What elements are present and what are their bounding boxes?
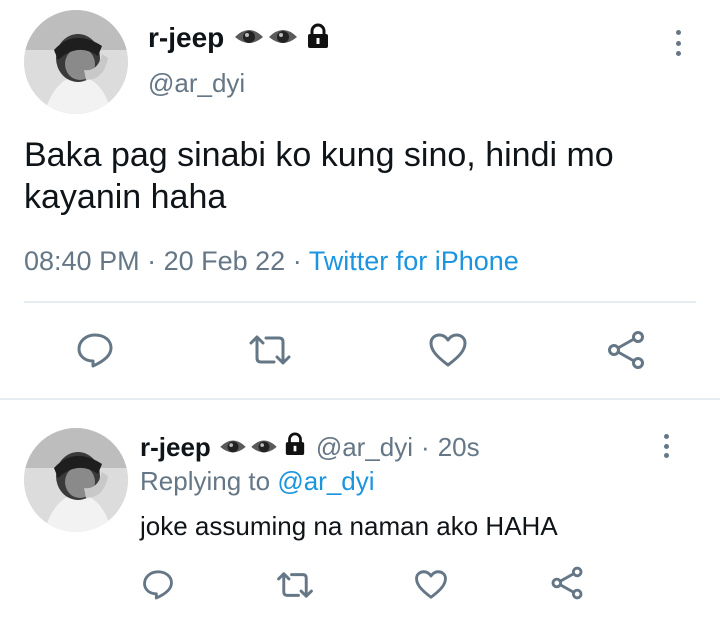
reply-button[interactable] <box>76 332 114 368</box>
share-button[interactable] <box>606 330 646 370</box>
reply-text: joke assuming na naman ako HAHA <box>140 511 558 541</box>
eye-icon <box>268 25 298 52</box>
divider <box>24 301 696 303</box>
tweet-source-link[interactable]: Twitter for iPhone <box>309 246 519 276</box>
meta-separator: · <box>147 246 157 276</box>
meta-separator: · <box>292 246 302 276</box>
meta-separator: · <box>421 431 430 462</box>
tweet-text: Baka pag sinabi ko kung sino, hindi mo k… <box>24 134 614 218</box>
display-name[interactable]: r-jeep <box>148 22 224 54</box>
eye-icon <box>219 432 247 463</box>
eye-icon <box>234 25 264 52</box>
replying-to: Replying to @ar_dyi <box>140 466 375 497</box>
share-icon <box>551 566 583 600</box>
replying-prefix: Replying to <box>140 466 271 496</box>
reply-author-row: r-jeep @ar_dyi · 20s <box>140 430 480 464</box>
tweet-date: 20 Feb 22 <box>163 246 286 276</box>
lock-icon <box>284 432 306 463</box>
lock-icon <box>306 23 330 54</box>
section-divider <box>0 398 720 400</box>
author-row: r-jeep <box>148 20 330 56</box>
more-icon[interactable] <box>674 30 682 56</box>
reply-icon <box>77 333 113 368</box>
retweet-button[interactable] <box>276 571 314 599</box>
avatar[interactable] <box>24 10 128 114</box>
share-icon <box>608 331 644 369</box>
like-button[interactable] <box>428 332 468 368</box>
handle[interactable]: @ar_dyi <box>148 68 245 99</box>
tweet-text-line: Baka pag sinabi ko kung sino, hindi mo <box>24 136 614 174</box>
tweet-text-line: kayanin haha <box>24 178 227 216</box>
more-icon[interactable] <box>662 434 670 458</box>
reply-avatar[interactable] <box>24 428 128 532</box>
tweet-time: 08:40 PM <box>24 246 140 276</box>
replying-handle-link[interactable]: @ar_dyi <box>277 466 374 496</box>
retweet-icon <box>249 335 291 365</box>
reply-handle[interactable]: @ar_dyi <box>316 432 413 463</box>
like-icon <box>415 570 447 599</box>
like-icon <box>429 333 467 367</box>
eye-icon <box>250 432 278 463</box>
tweet-meta: 08:40 PM · 20 Feb 22 · Twitter for iPhon… <box>24 246 519 277</box>
like-button[interactable] <box>414 569 448 600</box>
share-button[interactable] <box>550 566 584 600</box>
reply-icon <box>143 570 173 600</box>
reply-button[interactable] <box>142 569 174 600</box>
reply-age: 20s <box>437 431 480 462</box>
retweet-button[interactable] <box>248 334 292 366</box>
retweet-icon <box>277 572 313 598</box>
reply-display-name[interactable]: r-jeep <box>140 432 211 463</box>
